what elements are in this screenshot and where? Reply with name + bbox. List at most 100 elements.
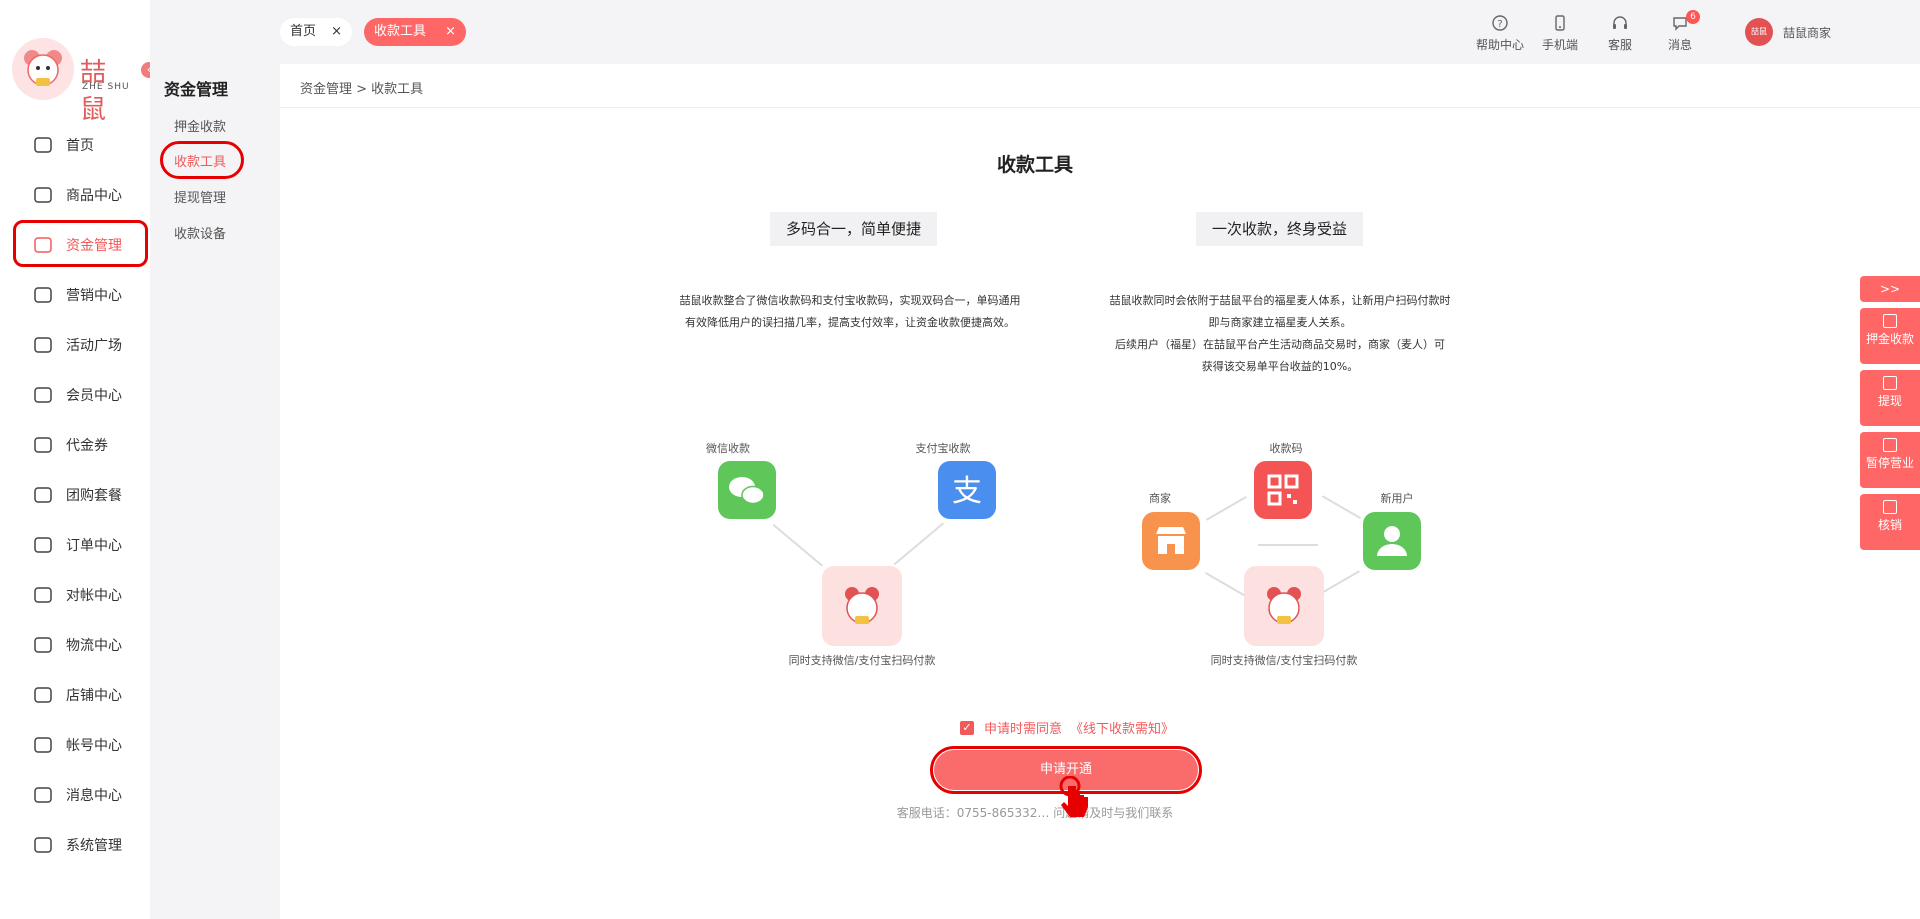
sidebar-item[interactable]: 会员中心 [0,370,150,420]
sidebar-item[interactable]: 店铺中心 [0,670,150,720]
messages-button[interactable]: 6 消息 [1650,10,1710,53]
sidebar-item-label: 商品中心 [66,188,122,204]
divider [280,107,1920,108]
mascot-logo-icon [12,38,74,100]
float-label: 核销 [1877,518,1902,532]
sidebar-item-label: 消息中心 [66,788,122,804]
sidebar-item[interactable]: 活动广场 [0,320,150,370]
float-toggle-button[interactable]: >> [1860,276,1920,302]
agreement-text: 申请时需同意 [984,722,1063,737]
float-item-withdraw[interactable]: 提现 [1860,370,1920,426]
tab-payment-tools[interactable]: 收款工具 × [364,18,466,46]
headset-icon [1613,16,1627,29]
sidebar-item-label: 对帐中心 [66,588,122,604]
sidebar-item-label: 系统管理 [66,838,122,854]
customer-service-button[interactable]: 客服 [1590,14,1650,53]
tab-home[interactable]: 首页 × [280,18,352,46]
desc-line: 后续用户（福星）在喆鼠平台产生活动商品交易时，商家（麦人）可 [1115,338,1445,351]
store-icon [1142,512,1200,570]
feature-right-description: 喆鼠收款同时会依附于喆鼠平台的福星麦人体系，让新用户扫码付款时 即与商家建立福星… [1080,290,1480,378]
arrow [893,522,944,566]
brand-sub: ZHE SHU [82,82,130,92]
mascot-icon [822,566,902,646]
avatar: 喆鼠 [1745,18,1773,46]
main-content: 资金管理 > 收款工具 收款工具 多码合一，简单便捷 一次收款，终身受益 喆鼠收… [280,64,1920,919]
highlight-marker [13,220,148,267]
agreement-checkbox[interactable]: ✓ [960,720,974,735]
float-label: 提现 [1877,394,1902,408]
card-icon [1883,314,1897,328]
arrow [1206,496,1247,521]
subnav-item-withdraw[interactable]: 提现管理 [174,187,226,206]
tab-home-label: 首页 [290,24,317,39]
user-icon [34,737,52,753]
agreement-row: ✓ 申请时需同意 《线下收款需知》 [960,718,1174,737]
sidebar-item[interactable]: 对帐中心 [0,570,150,620]
sidebar-item[interactable]: 消息中心 [0,770,150,820]
desc-line: 有效降低用户的误扫描几率，提高支付效率，让资金收款便捷高效。 [685,316,1015,329]
sidebar: 喆鼠 ZHE SHU ‹ 首页 商品中心 资金管理 营销中心 活动广场 会员中心 代金券 团购… [0,0,157,919]
breadcrumb: 资金管理 > 收款工具 [300,82,424,97]
subnav-item-devices[interactable]: 收款设备 [174,223,226,242]
cart-icon [34,187,52,203]
float-item-deposit[interactable]: 押金收款 [1860,308,1920,364]
highlight-marker [160,141,244,179]
sidebar-item[interactable]: 订单中心 [0,520,150,570]
service-label: 客服 [1607,38,1632,52]
agreement-link[interactable]: 《线下收款需知》 [1070,718,1174,737]
sidebar-item-label: 帐号中心 [66,738,122,754]
feature-right-title: 一次收款，终身受益 [1196,212,1364,246]
float-item-verify[interactable]: 核销 [1860,494,1920,550]
vip-icon [34,387,52,403]
subnav-title: 资金管理 [164,80,229,99]
desc-line: 喆鼠收款同时会依附于喆鼠平台的福星麦人体系，让新用户扫码付款时 [1109,294,1451,307]
mobile-button[interactable]: 手机端 [1530,14,1590,53]
user-menu[interactable]: 喆鼠 喆鼠商家 [1745,18,1831,46]
mobile-label: 手机端 [1541,38,1578,52]
desc-line: 喆鼠收款整合了微信收款码和支付宝收款码，实现双码合一，单码通用 [679,294,1021,307]
arrow [1321,495,1361,519]
package-icon [34,637,52,653]
svg-text:?: ? [1497,19,1502,30]
sidebar-item-label: 订单中心 [66,538,122,554]
float-label: 暂停营业 [1865,456,1914,470]
alipay-icon: 支 [938,461,996,519]
desc-line: 获得该交易单平台收益的10%。 [1201,360,1359,373]
sidebar-item[interactable]: 物流中心 [0,620,150,670]
hand-cursor-icon [1059,776,1088,817]
float-item-pause[interactable]: 暂停营业 [1860,432,1920,488]
help-label: 帮助中心 [1475,38,1524,52]
sidebar-item[interactable]: 帐号中心 [0,720,150,770]
sidebar-item[interactable]: 代金券 [0,420,150,470]
sidebar-item[interactable]: 商品中心 [0,170,150,220]
subnav-item-deposit[interactable]: 押金收款 [174,116,226,135]
help-center-button[interactable]: ? 帮助中心 [1470,14,1530,53]
sidebar-item[interactable]: 首页 [0,120,150,170]
feature-left-description: 喆鼠收款整合了微信收款码和支付宝收款码，实现双码合一，单码通用 有效降低用户的误… [650,290,1050,334]
message-label: 消息 [1667,38,1692,52]
sidebar-item[interactable]: 团购套餐 [0,470,150,520]
store-icon [34,687,52,703]
sidebar-item-label: 代金券 [66,438,108,454]
code-label: 收款码 [1269,442,1303,455]
coupon-icon [34,437,52,453]
sidebar-item-label: 营销中心 [66,288,122,304]
settings-icon [34,837,52,853]
message-badge: 6 [1686,10,1700,24]
box-icon [34,337,52,353]
qrcode-icon [1254,461,1312,519]
mascot-icon [1244,566,1324,646]
left-diagram-caption: 同时支持微信/支付宝扫码付款 [788,654,936,667]
close-icon[interactable]: × [331,18,342,46]
sidebar-item-label: 活动广场 [66,338,122,354]
sidebar-item[interactable]: 营销中心 [0,270,150,320]
yen-icon [34,587,52,603]
page-title: 收款工具 [996,154,1073,176]
mobile-icon [1555,15,1565,31]
sidebar-item-label: 物流中心 [66,638,122,654]
wechat-label: 微信收款 [706,442,750,455]
logo: 喆鼠 ZHE SHU [12,38,132,125]
merchant-label: 商家 [1149,492,1171,505]
sidebar-item[interactable]: 系统管理 [0,820,150,870]
close-icon[interactable]: × [445,18,456,46]
